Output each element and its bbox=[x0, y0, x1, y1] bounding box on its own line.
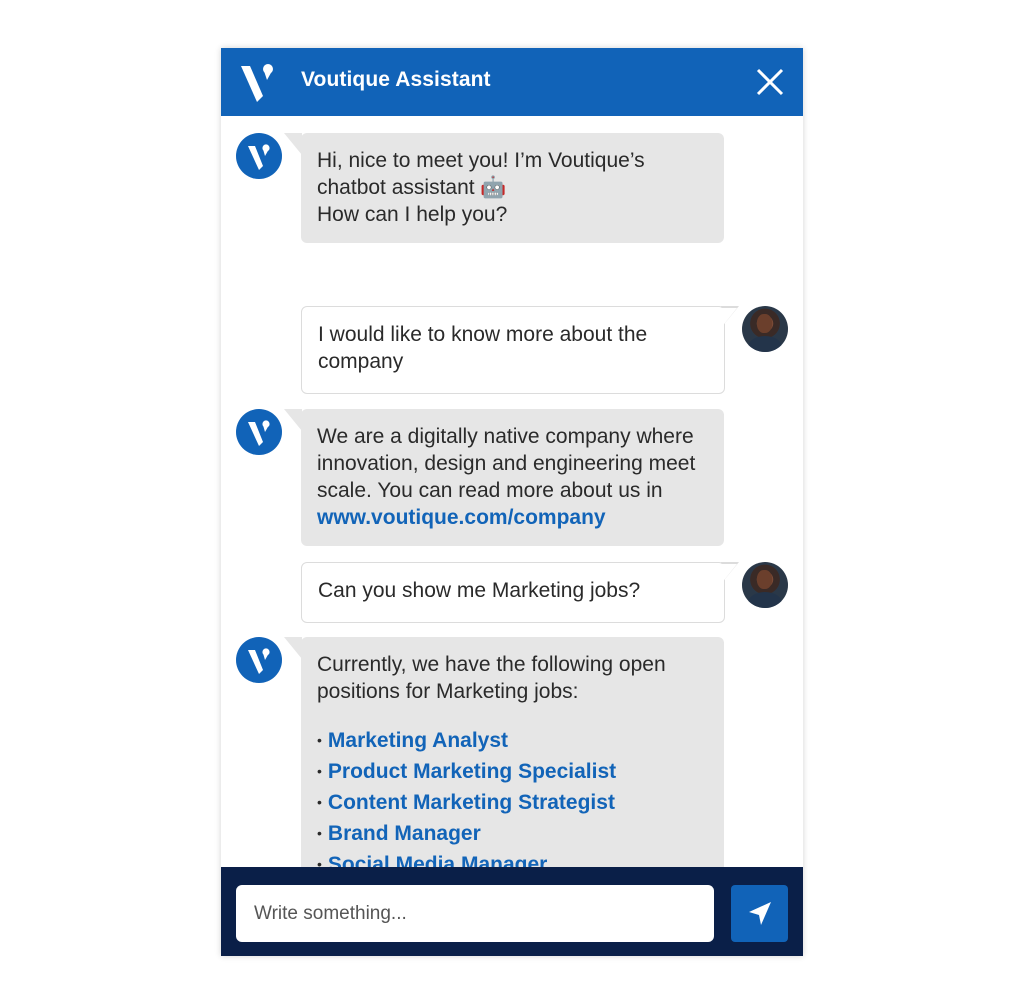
bot-message: Hi, nice to meet you! I’m Voutique’s cha… bbox=[221, 116, 803, 246]
close-icon[interactable] bbox=[755, 67, 785, 97]
bot-message: Currently, we have the following open po… bbox=[221, 637, 803, 902]
message-input[interactable] bbox=[236, 885, 714, 942]
message-line: We are a digitally native company where bbox=[317, 425, 694, 448]
bot-bubble: Currently, we have the following open po… bbox=[301, 637, 724, 901]
message-line: Hi, nice to meet you! I’m Voutique’s bbox=[317, 149, 645, 172]
voutique-logo-icon bbox=[248, 144, 270, 170]
bullet: • bbox=[317, 794, 322, 810]
avatar-face bbox=[757, 570, 772, 589]
voutique-logo-icon bbox=[248, 648, 270, 674]
voutique-logo-icon bbox=[241, 64, 273, 102]
job-list-item: • Product Marketing Specialist bbox=[317, 756, 708, 787]
message-line: company bbox=[318, 350, 404, 373]
avatar-shirt bbox=[748, 336, 782, 352]
bubble-tail bbox=[284, 133, 302, 155]
bot-bubble: Hi, nice to meet you! I’m Voutique’s cha… bbox=[301, 133, 724, 243]
voutique-logo-icon bbox=[248, 420, 270, 446]
message-line: innovation, design and engineering meet bbox=[317, 452, 696, 475]
message-line: I would like to know more about the bbox=[318, 323, 648, 346]
send-icon bbox=[749, 902, 771, 925]
job-link[interactable]: Brand Manager bbox=[328, 822, 481, 845]
job-link[interactable]: Product Marketing Specialist bbox=[328, 760, 616, 783]
user-bubble: Can you show me Marketing jobs? bbox=[301, 562, 725, 623]
message-line: How can I help you? bbox=[317, 203, 508, 226]
bullet: • bbox=[317, 825, 322, 841]
bot-avatar bbox=[236, 637, 282, 683]
assistant-title: Voutique Assistant bbox=[301, 68, 491, 91]
avatar-face bbox=[757, 314, 772, 333]
company-link[interactable]: www.voutique.com/company bbox=[317, 506, 606, 529]
bullet: • bbox=[317, 732, 322, 748]
bullet: • bbox=[317, 763, 322, 779]
composer-bar bbox=[221, 867, 803, 956]
chatbot-window: Voutique Assistant Hi, nice to meet you!… bbox=[221, 48, 803, 956]
job-link[interactable]: Content Marketing Strategist bbox=[328, 791, 615, 814]
bubble-tail bbox=[284, 637, 302, 659]
user-bubble: I would like to know more about the comp… bbox=[301, 306, 725, 394]
job-list-item: • Brand Manager bbox=[317, 818, 708, 849]
user-message: Can you show me Marketing jobs? bbox=[221, 562, 803, 624]
job-list: • Marketing Analyst • Product Marketing Sp… bbox=[317, 725, 708, 880]
job-list-item: • Content Marketing Strategist bbox=[317, 787, 708, 818]
message-line: positions for Marketing jobs: bbox=[317, 680, 579, 703]
chat-header: Voutique Assistant bbox=[221, 48, 803, 116]
message-line: Can you show me Marketing jobs? bbox=[318, 579, 641, 602]
bot-avatar bbox=[236, 133, 282, 179]
message-line: chatbot assistant 🤖 bbox=[317, 176, 507, 199]
bot-message: We are a digitally native company where … bbox=[221, 409, 803, 549]
send-button[interactable] bbox=[731, 885, 788, 942]
bot-avatar bbox=[236, 409, 282, 455]
bot-bubble: We are a digitally native company where … bbox=[301, 409, 724, 546]
bubble-tail-inner bbox=[721, 307, 737, 328]
chat-messages: Hi, nice to meet you! I’m Voutique’s cha… bbox=[221, 116, 803, 901]
user-message: I would like to know more about the comp… bbox=[221, 306, 803, 396]
user-avatar bbox=[742, 306, 788, 352]
message-line: scale. You can read more about us in bbox=[317, 479, 663, 502]
job-link[interactable]: Marketing Analyst bbox=[328, 729, 508, 752]
message-line: Currently, we have the following open bbox=[317, 653, 666, 676]
user-avatar bbox=[742, 562, 788, 608]
avatar-shirt bbox=[748, 592, 782, 608]
bubble-tail-inner bbox=[721, 563, 737, 584]
job-list-item: • Marketing Analyst bbox=[317, 725, 708, 756]
bubble-tail bbox=[284, 409, 302, 431]
